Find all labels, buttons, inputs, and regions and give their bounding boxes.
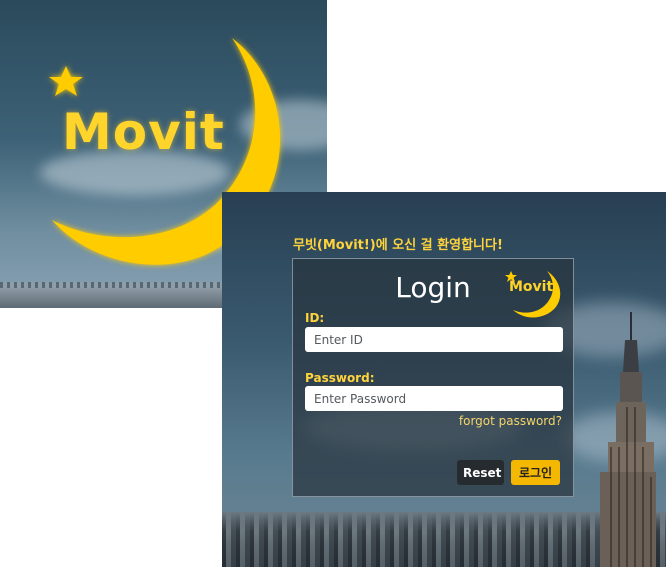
reset-button[interactable]: Reset (457, 460, 504, 485)
id-label: ID: (305, 311, 325, 325)
id-input[interactable] (305, 327, 563, 352)
login-button[interactable]: 로그인 (511, 460, 560, 485)
logo-text: Movit (509, 279, 554, 295)
welcome-message: 무빗(Movit!)에 오신 걸 환영합니다! (293, 238, 503, 253)
forgot-password-link[interactable]: forgot password? (459, 414, 562, 428)
password-input[interactable] (305, 386, 563, 411)
password-label: Password: (305, 371, 375, 385)
star-icon (49, 66, 83, 96)
empire-state-building (600, 312, 656, 567)
logo-text: Movit (62, 103, 225, 161)
login-form: Login Movit ID: Password: forgot passwor… (292, 258, 574, 497)
